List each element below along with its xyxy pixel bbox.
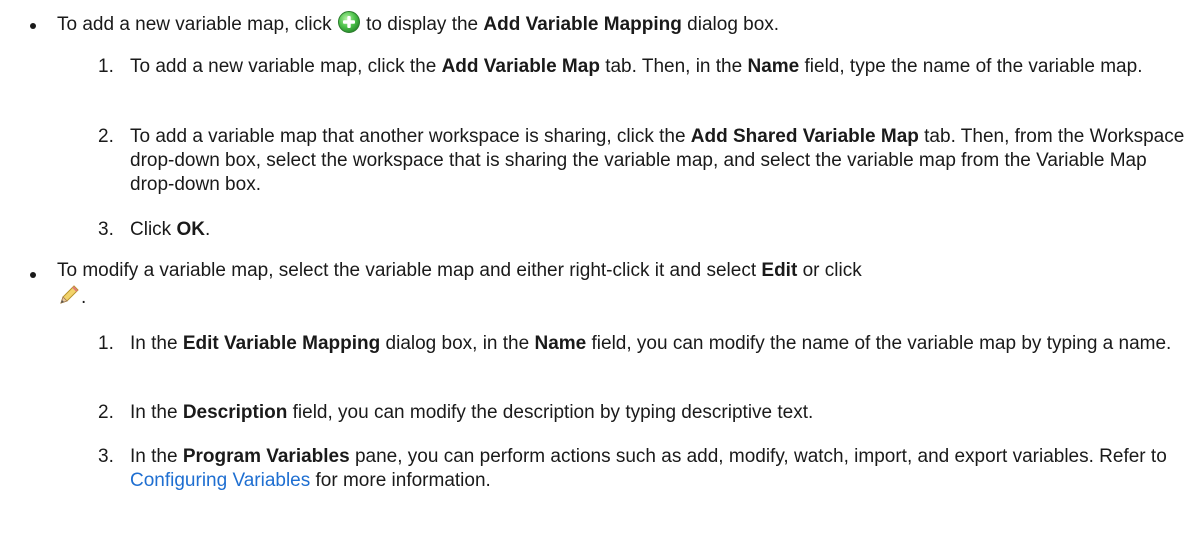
step-number: 1. <box>98 56 114 77</box>
step-text: Click OK. <box>130 219 211 240</box>
list-item: 3. In the Program Variables pane, you ca… <box>0 445 1202 495</box>
step-number: 3. <box>98 219 114 240</box>
list-item: 3. Click OK. <box>0 218 1202 244</box>
step-text: In the Description field, you can modify… <box>130 402 814 423</box>
list-item: 1. To add a new variable map, click the … <box>0 55 1202 105</box>
bullet-marker <box>30 272 36 278</box>
bullet-text: To add a new variable map, click to disp… <box>57 10 1188 41</box>
list-item: 2. To add a variable map that another wo… <box>0 125 1202 199</box>
configuring-variables-link[interactable]: Configuring Variables <box>130 470 310 491</box>
list-item: 2. In the Description field, you can mod… <box>0 401 1202 427</box>
step-number: 1. <box>98 333 114 354</box>
step-number: 2. <box>98 402 114 423</box>
bullet-modify-variable-map: To modify a variable map, select the var… <box>0 259 1202 315</box>
step-number: 2. <box>98 126 114 147</box>
bullet-text: To modify a variable map, select the var… <box>57 259 1188 314</box>
pencil-edit-icon[interactable] <box>57 283 81 314</box>
step-number: 3. <box>98 446 114 467</box>
bullet-add-variable-map: To add a new variable map, click to disp… <box>0 10 1202 40</box>
step-text: In the Program Variables pane, you can p… <box>130 446 1167 491</box>
bullet-marker <box>30 23 36 29</box>
list-item: 1. In the Edit Variable Mapping dialog b… <box>0 332 1202 382</box>
step-text: To add a new variable map, click the Add… <box>130 56 1143 77</box>
add-green-plus-icon[interactable] <box>337 10 361 41</box>
step-text: In the Edit Variable Mapping dialog box,… <box>130 333 1172 354</box>
step-text: To add a variable map that another works… <box>130 126 1185 195</box>
